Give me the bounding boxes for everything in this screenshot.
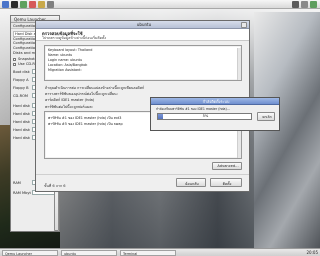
installer-summary-box: Keyboard layout: Thailand Name: ubuntu L…	[44, 45, 242, 81]
cdrom-label: CD-ROM	[13, 94, 28, 98]
hard-disk-1-label: Hard disk 1	[13, 112, 31, 116]
progress-percent: 5%	[202, 114, 209, 118]
summary-line-1: Keyboard layout: Thailand	[48, 48, 93, 52]
volume-icon[interactable]	[301, 1, 308, 8]
hard-disk-2-label: Hard disk 2	[13, 120, 31, 124]
task-qemu-launcher[interactable]: Qemu Launcher	[2, 250, 58, 256]
ram-mbytes-label: RAM Mbytes	[13, 191, 31, 195]
ram-label: RAM	[13, 181, 21, 185]
app-menu-icon[interactable]	[2, 1, 9, 8]
task-terminal[interactable]: Terminal	[120, 250, 176, 256]
bottom-panel: Qemu Launcher ubuntu Terminal 20:05	[0, 248, 320, 256]
task-qemu-launcher-label: Qemu Launcher	[5, 252, 33, 256]
progress-cancel-button[interactable]: ยกเลิก	[257, 112, 275, 121]
floppy-a-label: Floppy A	[13, 78, 29, 82]
back-button-label: ย้อนกลับ	[185, 182, 199, 186]
task-terminal-label: Terminal	[123, 252, 138, 256]
hard-disk-4-label: Hard disk 4	[13, 136, 31, 140]
floppy-b-label: Floppy B	[13, 86, 29, 90]
progress-dialog: กำลังติดตั้งระบบ กำลังเตรียมพาร์ทิชัน #1…	[150, 97, 280, 131]
network-icon[interactable]	[20, 1, 27, 8]
use-cdrom-checkbox[interactable]	[13, 63, 16, 66]
help-icon[interactable]	[29, 1, 36, 8]
files-icon[interactable]	[38, 1, 45, 8]
hard-disk-0-label: Hard disk 0	[13, 104, 31, 108]
progress-dialog-titlebar[interactable]: กำลังติดตั้งระบบ	[151, 98, 279, 105]
clock[interactable]: 20:05	[292, 250, 318, 255]
summary-line-4: Location: Asia/Bangkok	[48, 63, 88, 67]
installer-header-subtitle: โปรดตรวจดูข้อมูลข้างล่างนี้ก่อนเริ่มติดต…	[42, 36, 107, 40]
installer-close-icon[interactable]	[241, 22, 247, 28]
installer-step-text: ขั้นที่ 6 จาก 6	[44, 184, 66, 188]
progress-dialog-title: กำลังติดตั้งระบบ	[202, 99, 230, 104]
advanced-button-label: Advanced...	[217, 164, 239, 168]
installer-titlebar[interactable]: ubuntu	[36, 21, 249, 29]
snapshot-mode-checkbox[interactable]	[13, 58, 16, 61]
summary-line-2: Name: ubuntu	[48, 53, 73, 57]
settings-icon[interactable]	[47, 1, 54, 8]
installer-title: ubuntu	[136, 22, 152, 27]
installer-divider	[36, 174, 249, 175]
summary-line-5: Migration Assistant:	[48, 68, 82, 72]
battery-icon[interactable]	[310, 1, 317, 8]
task-installer[interactable]: ubuntu	[61, 250, 117, 256]
advanced-button[interactable]: Advanced...	[212, 162, 242, 170]
boot-disk-label: Boot disk	[13, 70, 30, 74]
terminal-icon[interactable]	[11, 1, 18, 8]
summary-line-3: Login name: ubuntu	[48, 58, 83, 62]
back-button[interactable]: ย้อนกลับ	[176, 178, 206, 187]
progress-cancel-label: ยกเลิก	[262, 115, 272, 119]
installer-header: ตรวจสอบข้อมูลที่จะใช้ โปรดตรวจดูข้อมูลข้…	[36, 29, 249, 41]
top-panel	[0, 0, 320, 9]
install-button[interactable]: ติดตั้ง	[210, 178, 242, 187]
install-button-label: ติดตั้ง	[222, 182, 232, 186]
task-installer-label: ubuntu	[64, 252, 77, 256]
summary-scrollbar[interactable]	[237, 48, 241, 80]
network-status-icon[interactable]	[292, 1, 299, 8]
hard-disk-3-label: Hard disk 3	[13, 128, 31, 132]
progress-bar: 5%	[157, 113, 252, 120]
